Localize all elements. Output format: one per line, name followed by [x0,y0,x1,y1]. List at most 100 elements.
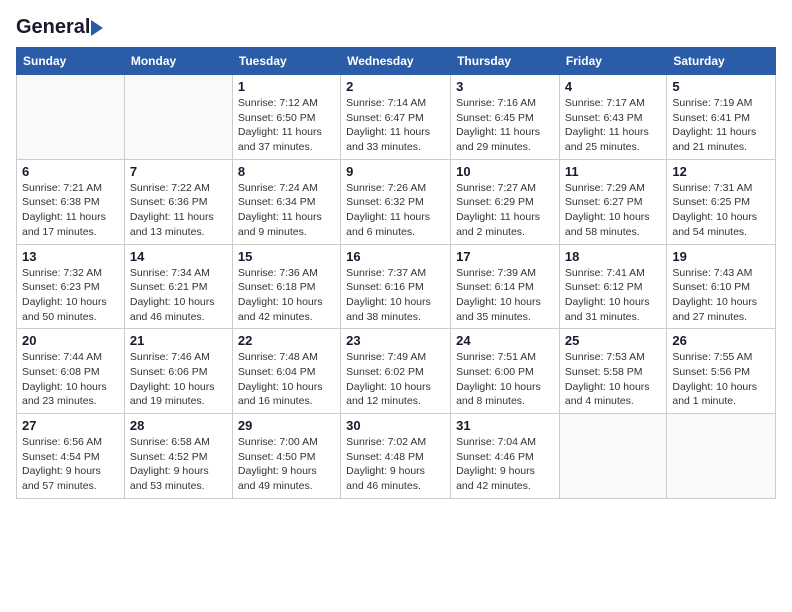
header-wednesday: Wednesday [341,48,451,75]
day-number: 10 [456,164,554,179]
header-tuesday: Tuesday [232,48,340,75]
day-number: 21 [130,333,227,348]
cell-content: Sunrise: 7:21 AMSunset: 6:38 PMDaylight:… [22,181,119,240]
cell-content: Sunrise: 7:14 AMSunset: 6:47 PMDaylight:… [346,96,445,155]
header-monday: Monday [124,48,232,75]
cell-content: Sunrise: 7:48 AMSunset: 6:04 PMDaylight:… [238,350,335,409]
cell-content: Sunrise: 7:17 AMSunset: 6:43 PMDaylight:… [565,96,661,155]
cell-content: Sunrise: 7:32 AMSunset: 6:23 PMDaylight:… [22,266,119,325]
cell-content: Sunrise: 7:31 AMSunset: 6:25 PMDaylight:… [672,181,770,240]
day-number: 26 [672,333,770,348]
calendar-cell [559,414,666,499]
calendar-cell: 29 Sunrise: 7:00 AMSunset: 4:50 PMDayligh… [232,414,340,499]
cell-content: Sunrise: 7:53 AMSunset: 5:58 PMDaylight:… [565,350,661,409]
calendar-cell: 26 Sunrise: 7:55 AMSunset: 5:56 PMDayligh… [667,329,776,414]
day-number: 31 [456,418,554,433]
calendar-cell: 24 Sunrise: 7:51 AMSunset: 6:00 PMDayligh… [451,329,560,414]
calendar-cell: 18 Sunrise: 7:41 AMSunset: 6:12 PMDayligh… [559,244,666,329]
calendar-cell: 28Sunrise: 6:58 AMSunset: 4:52 PMDayligh… [124,414,232,499]
cell-content: Sunrise: 7:46 AMSunset: 6:06 PMDaylight:… [130,350,227,409]
calendar-cell: 8 Sunrise: 7:24 AMSunset: 6:34 PMDaylight… [232,159,340,244]
calendar-cell: 20Sunrise: 7:44 AMSunset: 6:08 PMDayligh… [17,329,125,414]
header-thursday: Thursday [451,48,560,75]
day-number: 28 [130,418,227,433]
cell-content: Sunrise: 6:56 AMSunset: 4:54 PMDaylight:… [22,435,119,494]
logo-arrow-icon [91,20,103,36]
cell-content: Sunrise: 7:49 AMSunset: 6:02 PMDaylight:… [346,350,445,409]
cell-content: Sunrise: 7:12 AMSunset: 6:50 PMDaylight:… [238,96,335,155]
header-row: SundayMondayTuesdayWednesdayThursdayFrid… [17,48,776,75]
day-number: 13 [22,249,119,264]
calendar-cell: 14Sunrise: 7:34 AMSunset: 6:21 PMDayligh… [124,244,232,329]
day-number: 9 [346,164,445,179]
day-number: 4 [565,79,661,94]
cell-content: Sunrise: 7:24 AMSunset: 6:34 PMDaylight:… [238,181,335,240]
cell-content: Sunrise: 7:36 AMSunset: 6:18 PMDaylight:… [238,266,335,325]
calendar-cell: 12 Sunrise: 7:31 AMSunset: 6:25 PMDayligh… [667,159,776,244]
cell-content: Sunrise: 7:51 AMSunset: 6:00 PMDaylight:… [456,350,554,409]
day-number: 22 [238,333,335,348]
day-number: 5 [672,79,770,94]
calendar-cell [17,75,125,160]
logo-general: General [16,16,90,39]
day-number: 25 [565,333,661,348]
week-row-4: 20Sunrise: 7:44 AMSunset: 6:08 PMDayligh… [17,329,776,414]
day-number: 2 [346,79,445,94]
cell-content: Sunrise: 7:22 AMSunset: 6:36 PMDaylight:… [130,181,227,240]
calendar-cell: 16Sunrise: 7:37 AMSunset: 6:16 PMDayligh… [341,244,451,329]
day-number: 7 [130,164,227,179]
day-number: 8 [238,164,335,179]
day-number: 18 [565,249,661,264]
calendar-cell [667,414,776,499]
day-number: 29 [238,418,335,433]
header-sunday: Sunday [17,48,125,75]
calendar-cell: 2 Sunrise: 7:14 AMSunset: 6:47 PMDaylight… [341,75,451,160]
day-number: 19 [672,249,770,264]
header-friday: Friday [559,48,666,75]
day-number: 12 [672,164,770,179]
calendar-cell: 11 Sunrise: 7:29 AMSunset: 6:27 PMDayligh… [559,159,666,244]
calendar-cell: 1 Sunrise: 7:12 AMSunset: 6:50 PMDaylight… [232,75,340,160]
calendar-cell: 25 Sunrise: 7:53 AMSunset: 5:58 PMDayligh… [559,329,666,414]
calendar-cell: 10 Sunrise: 7:27 AMSunset: 6:29 PMDayligh… [451,159,560,244]
cell-content: Sunrise: 7:16 AMSunset: 6:45 PMDaylight:… [456,96,554,155]
page-header: General [16,16,776,39]
week-row-1: 1 Sunrise: 7:12 AMSunset: 6:50 PMDaylight… [17,75,776,160]
day-number: 3 [456,79,554,94]
calendar-cell: 27 Sunrise: 6:56 AMSunset: 4:54 PMDayligh… [17,414,125,499]
week-row-3: 13 Sunrise: 7:32 AMSunset: 6:23 PMDayligh… [17,244,776,329]
day-number: 11 [565,164,661,179]
cell-content: Sunrise: 7:00 AMSunset: 4:50 PMDaylight:… [238,435,335,494]
day-number: 27 [22,418,119,433]
cell-content: Sunrise: 7:55 AMSunset: 5:56 PMDaylight:… [672,350,770,409]
calendar-cell: 17 Sunrise: 7:39 AMSunset: 6:14 PMDayligh… [451,244,560,329]
day-number: 30 [346,418,445,433]
cell-content: Sunrise: 7:39 AMSunset: 6:14 PMDaylight:… [456,266,554,325]
calendar-cell: 4 Sunrise: 7:17 AMSunset: 6:43 PMDaylight… [559,75,666,160]
cell-content: Sunrise: 7:41 AMSunset: 6:12 PMDaylight:… [565,266,661,325]
day-number: 24 [456,333,554,348]
cell-content: Sunrise: 7:37 AMSunset: 6:16 PMDaylight:… [346,266,445,325]
cell-content: Sunrise: 7:27 AMSunset: 6:29 PMDaylight:… [456,181,554,240]
day-number: 6 [22,164,119,179]
cell-content: Sunrise: 7:19 AMSunset: 6:41 PMDaylight:… [672,96,770,155]
calendar-cell: 9Sunrise: 7:26 AMSunset: 6:32 PMDaylight… [341,159,451,244]
calendar-cell: 23Sunrise: 7:49 AMSunset: 6:02 PMDayligh… [341,329,451,414]
calendar-cell: 7 Sunrise: 7:22 AMSunset: 6:36 PMDaylight… [124,159,232,244]
calendar-cell: 3 Sunrise: 7:16 AMSunset: 6:45 PMDaylight… [451,75,560,160]
cell-content: Sunrise: 7:02 AMSunset: 4:48 PMDaylight:… [346,435,445,494]
calendar-cell [124,75,232,160]
cell-content: Sunrise: 7:44 AMSunset: 6:08 PMDaylight:… [22,350,119,409]
calendar-cell: 30 Sunrise: 7:02 AMSunset: 4:48 PMDayligh… [341,414,451,499]
cell-content: Sunrise: 7:34 AMSunset: 6:21 PMDaylight:… [130,266,227,325]
calendar-cell: 6 Sunrise: 7:21 AMSunset: 6:38 PMDaylight… [17,159,125,244]
day-number: 1 [238,79,335,94]
day-number: 17 [456,249,554,264]
calendar-cell: 22 Sunrise: 7:48 AMSunset: 6:04 PMDayligh… [232,329,340,414]
calendar-cell: 13 Sunrise: 7:32 AMSunset: 6:23 PMDayligh… [17,244,125,329]
calendar-cell: 5 Sunrise: 7:19 AMSunset: 6:41 PMDaylight… [667,75,776,160]
cell-content: Sunrise: 7:29 AMSunset: 6:27 PMDaylight:… [565,181,661,240]
calendar-cell: 31Sunrise: 7:04 AMSunset: 4:46 PMDayligh… [451,414,560,499]
calendar-cell: 15 Sunrise: 7:36 AMSunset: 6:18 PMDayligh… [232,244,340,329]
day-number: 15 [238,249,335,264]
